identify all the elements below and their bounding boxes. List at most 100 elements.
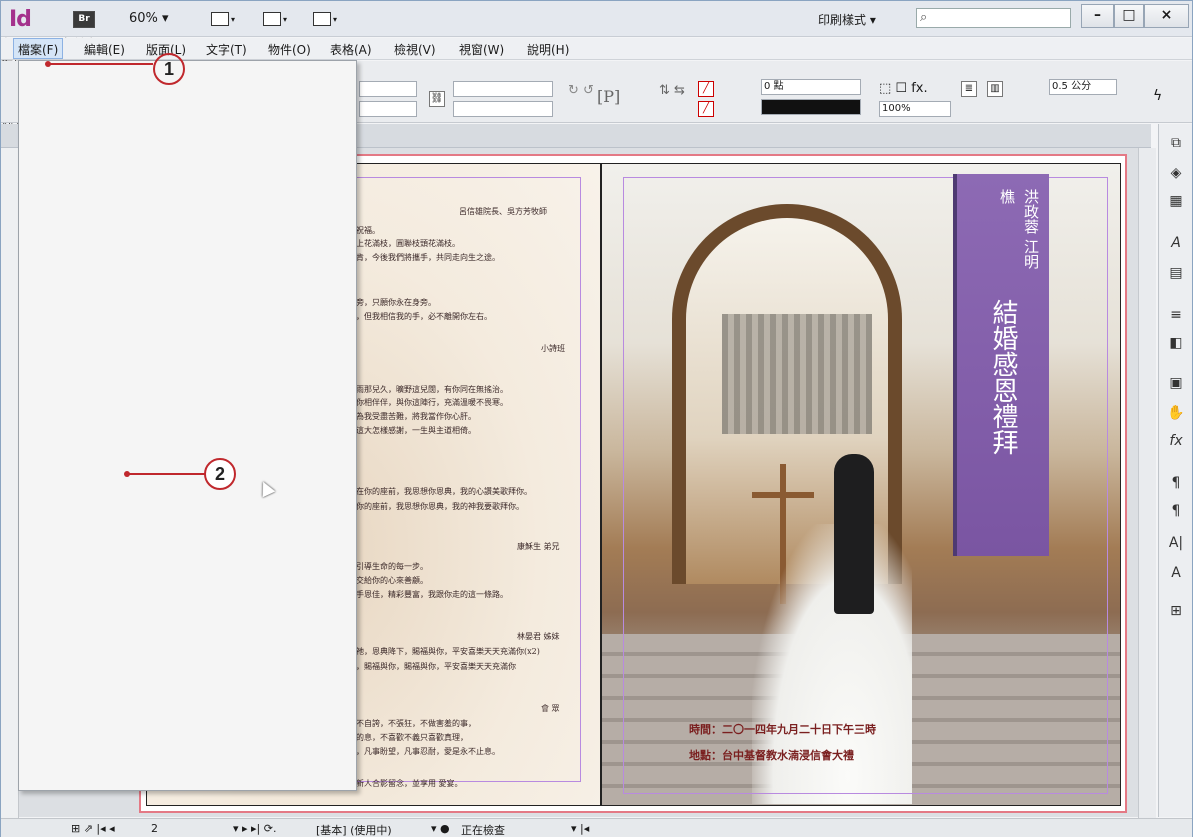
lyric-line: 肯，今後我們將攜手，共同走向生之途。: [356, 253, 500, 262]
links-panel-icon[interactable]: ▦: [1167, 192, 1185, 210]
menu-edit[interactable]: 編輯(E): [84, 41, 125, 58]
stroke-panel-icon[interactable]: ▤: [1167, 264, 1185, 282]
title-bar: Id Br 60% ▾ ▾ ▾ ▾ 印刷樣式 ▾ ⌕ – □ ×: [1, 1, 1192, 37]
table-panel-icon[interactable]: ⊞: [1167, 602, 1185, 620]
preflight-dropdown[interactable]: ▾ ●: [431, 822, 450, 835]
lyric-line: 呂信雄院長、吳方芳牧師: [459, 207, 547, 216]
lyric-line: 小詩班: [541, 344, 565, 353]
couple-names: 洪政蓉 江明樵: [973, 189, 1043, 269]
lyric-line: 林晏君 姊妹: [517, 632, 560, 641]
app-logo: Id: [9, 7, 32, 32]
event-place: 地點：台中基督教水湳浸信會大禮: [689, 749, 854, 762]
menu-help[interactable]: 說明(H): [527, 41, 569, 58]
lyric-line: 旁，只願你永在身旁。: [356, 298, 436, 307]
arrange-documents-icon[interactable]: ▾: [313, 10, 339, 28]
indesign-window: Id Br 60% ▾ ▾ ▾ ▾ 印刷樣式 ▾ ⌕ – □ × 檔案(F) 編…: [0, 0, 1193, 837]
vertical-scrollbar[interactable]: [1138, 148, 1156, 818]
lyric-line: 祝福。: [356, 226, 380, 235]
swatches-panel-icon[interactable]: ◧: [1167, 334, 1185, 352]
shear-angle-field[interactable]: [453, 101, 553, 117]
y-field[interactable]: [359, 101, 417, 117]
layers-panel-icon[interactable]: ◈: [1167, 164, 1185, 182]
left-page-margin-guide: [351, 177, 581, 782]
lyric-line: 為我受盡苦難，將我當作你心肝。: [356, 412, 476, 421]
lyric-line: 你的座前，我思想你恩典，我的神我要歌拜你。: [356, 502, 524, 511]
lyric-line: ，但我相信我的手，必不離開你左右。: [356, 312, 492, 321]
gutter-field[interactable]: 0.5 公分: [1049, 79, 1117, 95]
menu-type[interactable]: 文字(T): [206, 41, 247, 58]
flip-icons[interactable]: ⇅ ⇆: [659, 83, 685, 98]
bride-name: 洪政蓉: [1022, 189, 1040, 234]
character-panel-icon[interactable]: A|: [1167, 534, 1185, 552]
event-time: 時間：二〇一四年九月二十日下午三時: [689, 723, 876, 736]
style-status: [基本] (使用中): [316, 824, 392, 837]
rotate-icons[interactable]: ↻ ↺: [568, 83, 594, 98]
callout-step-1: 1: [153, 53, 185, 85]
rotate-angle-field[interactable]: [453, 81, 553, 97]
maximize-button[interactable]: □: [1114, 4, 1144, 28]
text-wrap-icon[interactable]: ▣: [1167, 374, 1185, 392]
frame-fitting-icons[interactable]: ⬚ ☐ fx.: [879, 81, 928, 96]
lyric-line: 上花滿枝，圓聯枝頭花滿枝。: [356, 239, 460, 248]
panel-dock: ⧉ ◈ ▦ A ▤ ≡ ◧ ▣ ✋ fx ¶ ¶ A| A ⊞: [1158, 124, 1192, 817]
callout-line-2: [129, 473, 205, 475]
opacity-value: 100%: [882, 103, 911, 114]
stroke-type-dropdown[interactable]: [761, 99, 861, 115]
stroke-weight-field[interactable]: 0 點: [761, 79, 861, 95]
page-number: 2: [151, 822, 158, 835]
lyric-line: 的息，不喜歡不義只喜歡真理，: [356, 733, 468, 742]
ceremony-title: 結婚感恩禮拜: [988, 299, 1018, 455]
lyric-line: 不自誇，不張狂，不做害羞的事，: [356, 719, 476, 728]
opacity-field[interactable]: 100%: [879, 101, 951, 117]
view-options-icon[interactable]: ▾: [211, 10, 237, 28]
lyric-line: 你相伴伴，與你這陣行，充滿溫暖不畏寒。: [356, 398, 508, 407]
screen-mode-icon[interactable]: ▾: [263, 10, 289, 28]
callout-step-2: 2: [204, 458, 236, 490]
paragraph-panel-icon[interactable]: ≡: [1167, 306, 1185, 324]
gutter-value: 0.5 公分: [1052, 81, 1092, 92]
pages-panel-icon[interactable]: ⧉: [1167, 134, 1185, 152]
search-icon: ⌕: [920, 10, 928, 25]
vertical-ruler: [1, 148, 19, 818]
character-styles-icon[interactable]: A: [1167, 234, 1185, 252]
file-menu: [18, 60, 357, 791]
close-button[interactable]: ×: [1144, 4, 1189, 28]
preflight-status: 正在檢查: [461, 824, 505, 837]
lyric-line: 雨那兒久，曠野這兒闊，有你同在無搖治。: [356, 385, 508, 394]
reference-point-icon[interactable]: [P]: [597, 87, 620, 106]
search-field[interactable]: ⌕: [916, 8, 1071, 28]
x-field[interactable]: [359, 81, 417, 97]
zoom-value: 60%: [129, 11, 158, 26]
menu-object[interactable]: 物件(O): [268, 41, 311, 58]
menu-view[interactable]: 檢視(V): [394, 41, 436, 58]
text-frame-options-icon[interactable]: ≣: [961, 81, 977, 97]
workspace-label: 印刷樣式: [818, 13, 867, 27]
minimize-button[interactable]: –: [1081, 4, 1114, 28]
page-nav-next-icons[interactable]: ▾ ▸ ▸| ⟳.: [233, 822, 276, 835]
lyric-line: 交給你的心來善顧。: [356, 576, 428, 585]
bridge-button[interactable]: Br: [73, 11, 95, 28]
column-icon[interactable]: ▥: [987, 81, 1003, 97]
constrain-proportions-icon[interactable]: ⛓: [429, 91, 445, 107]
horizontal-scroll-arrow[interactable]: ▾ |◂: [571, 822, 589, 835]
page-nav-icons[interactable]: ⊞ ⇗ |◂ ◂: [71, 822, 115, 835]
lyric-line: 手恩佳，精彩豐富，我跟你走的這一條路。: [356, 590, 508, 599]
lyric-line: 會 眾: [541, 704, 560, 713]
menu-window[interactable]: 視窗(W): [459, 41, 504, 58]
quick-apply-icon[interactable]: ϟ: [1153, 88, 1162, 104]
menu-table[interactable]: 表格(A): [330, 41, 372, 58]
lyric-line: 康穌生 弟兄: [517, 542, 560, 551]
fill-swatch[interactable]: ╱: [698, 81, 714, 97]
zoom-level-dropdown[interactable]: 60% ▾: [129, 11, 169, 26]
lyric-line: ，凡事盼望，凡事忍耐，愛是永不止息。: [356, 747, 500, 756]
effects-panel-icon[interactable]: fx: [1167, 432, 1185, 450]
character-style-icon[interactable]: A: [1167, 564, 1185, 582]
callout-line-1: [49, 63, 153, 65]
status-bar: ⊞ ⇗ |◂ ◂ 2 ▾ ▸ ▸| ⟳. [基本] (使用中) ▾ ● 正在檢查…: [1, 818, 1192, 837]
color-panel-icon[interactable]: ✋: [1167, 404, 1185, 422]
workspace-switcher[interactable]: 印刷樣式 ▾: [818, 11, 876, 28]
stroke-swatch[interactable]: ╱: [698, 101, 714, 117]
paragraph-styles-icon[interactable]: ¶: [1167, 474, 1185, 492]
paragraph-style-icon[interactable]: ¶: [1167, 502, 1185, 520]
menu-file[interactable]: 檔案(F): [13, 38, 64, 59]
